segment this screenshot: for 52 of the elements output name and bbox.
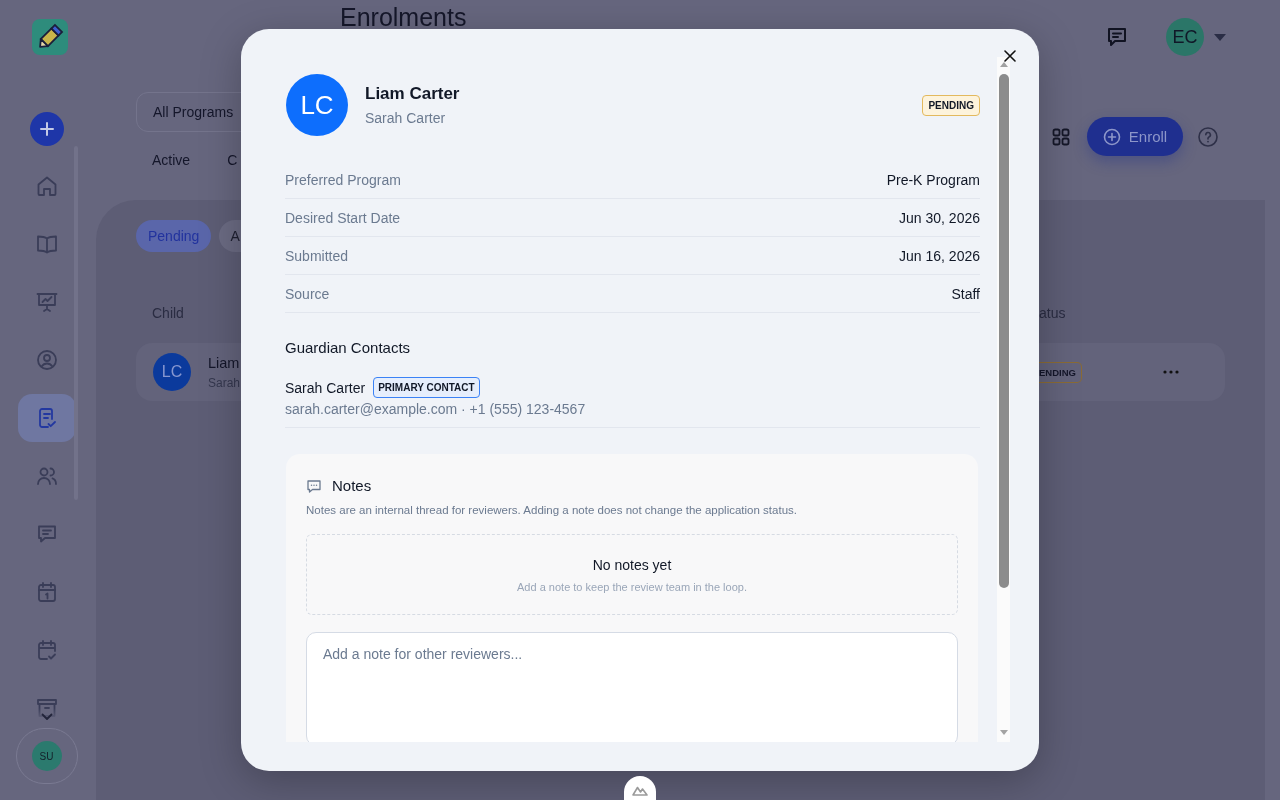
status-chip[interactable]: A bbox=[219, 220, 244, 252]
pencil-logo-icon bbox=[31, 19, 68, 55]
scroll-up-arrow-icon[interactable] bbox=[999, 62, 1008, 67]
notes-title: Notes bbox=[332, 476, 372, 496]
field-label: Desired Start Date bbox=[285, 209, 401, 226]
chart-board-icon bbox=[34, 290, 59, 314]
field-value: Staff bbox=[951, 285, 980, 302]
field-label: Submitted bbox=[285, 247, 349, 264]
scrollbar[interactable] bbox=[997, 57, 1010, 742]
plus-icon bbox=[39, 122, 54, 136]
empty-hint: Add a note to keep the review team in the loop. bbox=[517, 580, 747, 595]
child-avatar: LC bbox=[153, 353, 191, 391]
field-value: Jun 30, 2026 bbox=[899, 209, 980, 226]
field-value: Pre-K Program bbox=[886, 171, 980, 188]
chevron-down-icon[interactable] bbox=[41, 713, 53, 721]
field-label: Preferred Program bbox=[285, 171, 401, 188]
field-label: Source bbox=[285, 285, 330, 302]
status-badge: PENDING bbox=[922, 94, 980, 116]
child-avatar: LC bbox=[286, 74, 348, 136]
more-icon[interactable] bbox=[1163, 370, 1179, 374]
child-name: Liam bbox=[208, 353, 241, 372]
grid-view-icon[interactable] bbox=[1052, 127, 1070, 146]
box-icon bbox=[34, 696, 59, 720]
sidebar-item[interactable] bbox=[17, 394, 76, 442]
help-icon[interactable] bbox=[1198, 126, 1218, 147]
close-button[interactable] bbox=[1004, 50, 1016, 62]
contact-name: Sarah Carter bbox=[285, 379, 366, 396]
note-input[interactable]: Add a note for other reviewers... bbox=[306, 632, 958, 742]
add-button[interactable] bbox=[29, 112, 64, 146]
mountain-icon bbox=[632, 785, 648, 796]
scroll-down-arrow-icon[interactable] bbox=[999, 730, 1008, 735]
empty-title: No notes yet bbox=[592, 556, 672, 575]
page-title: Enrolments bbox=[340, 2, 467, 32]
filter-tab[interactable]: C bbox=[211, 150, 238, 170]
primary-contact-badge: PRIMARY CONTACT bbox=[373, 377, 480, 398]
chat-bubble-icon bbox=[306, 478, 322, 494]
caret-down-icon[interactable] bbox=[1214, 33, 1226, 41]
user-avatar[interactable]: EC bbox=[1166, 18, 1204, 56]
status-chip[interactable]: Pending bbox=[136, 220, 212, 252]
notes-description: Notes are an internal thread for reviewers. Adding a note does not change the application status. bbox=[306, 503, 798, 518]
scrollbar-thumb[interactable] bbox=[998, 74, 1009, 588]
contact-details: sarah.carter@example.com · +1 (555) 123-4567 bbox=[285, 400, 587, 418]
enroll-button[interactable]: Enroll bbox=[1087, 117, 1183, 156]
chat-icon[interactable] bbox=[1105, 25, 1129, 49]
filter-tab[interactable]: Active bbox=[136, 150, 207, 170]
section-title: Guardian Contacts bbox=[285, 338, 412, 358]
close-icon bbox=[1004, 50, 1016, 62]
child-name: Liam Carter bbox=[365, 83, 460, 105]
guardian-name: Sarah Carter bbox=[365, 109, 447, 127]
user-circle-icon bbox=[34, 348, 59, 372]
field-value: Jun 16, 2026 bbox=[899, 247, 980, 264]
plus-circle-icon bbox=[1102, 127, 1121, 146]
